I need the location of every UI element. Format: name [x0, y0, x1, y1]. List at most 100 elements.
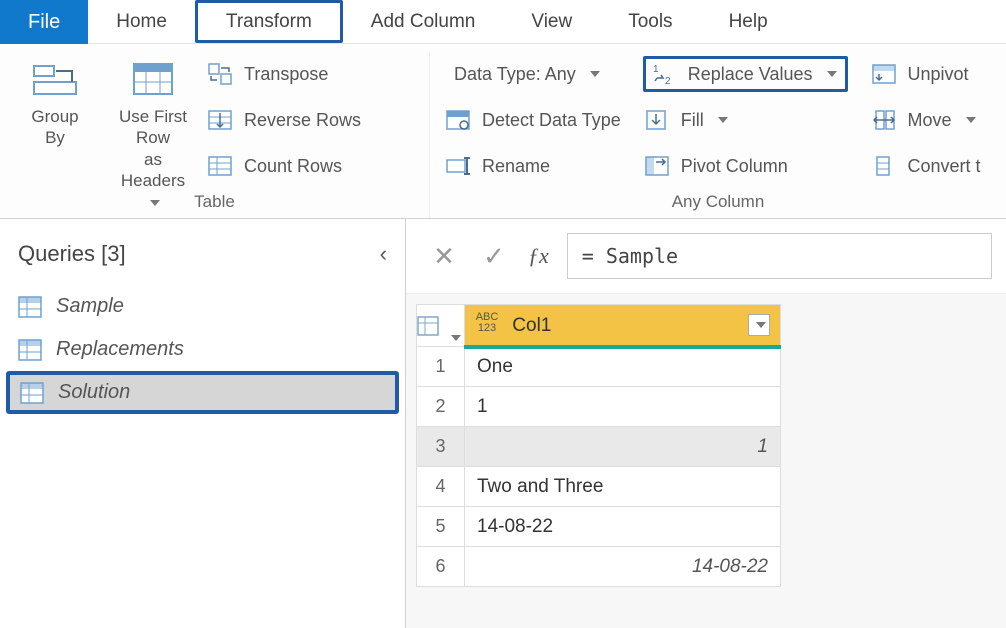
table-icon	[18, 339, 42, 361]
group-by-button[interactable]: GroupBy	[8, 56, 102, 212]
table-corner[interactable]	[417, 305, 465, 347]
table-row[interactable]: 4Two and Three	[417, 467, 781, 507]
cell-value[interactable]: 14-08-22	[465, 507, 781, 547]
small-buttons-left: Data Type: Any Detect Data Type Rename	[438, 56, 621, 184]
reverse-rows-icon-button[interactable]: Reverse Rows	[206, 102, 361, 138]
small-buttons: Transpose Reverse Rows Count Rows	[200, 56, 361, 212]
cell-value[interactable]: 1	[465, 427, 781, 467]
replace-values-icon: 12	[651, 62, 677, 86]
tab-add-column[interactable]: Add Column	[343, 0, 504, 43]
data-type-any-icon: ABC123	[475, 312, 499, 334]
move-icon-button[interactable]: Move	[870, 102, 981, 138]
tab-view[interactable]: View	[503, 0, 600, 43]
big-buttons: GroupByUse First Rowas Headers	[8, 56, 200, 212]
rename-icon	[445, 154, 471, 178]
cell-value[interactable]: One	[465, 347, 781, 387]
button-label: Reverse Rows	[244, 110, 361, 131]
query-item-replacements[interactable]: Replacements	[0, 328, 405, 371]
pivot-icon-button[interactable]: Pivot Column	[643, 148, 848, 184]
cell-value[interactable]: 1	[465, 387, 781, 427]
button-label: Count Rows	[244, 156, 342, 177]
ribbon-group-table: GroupByUse First Rowas Headers Transpose…	[0, 52, 430, 218]
button-label: Data Type: Any	[454, 64, 576, 85]
transpose-icon-button[interactable]: Transpose	[206, 56, 361, 92]
convert-icon-button[interactable]: Convert t	[870, 148, 981, 184]
cancel-icon[interactable]: ✕	[428, 241, 460, 272]
column-name: Col1	[512, 315, 551, 336]
small-buttons-right: Unpivot Move Convert t	[864, 56, 981, 184]
table-row[interactable]: 21	[417, 387, 781, 427]
unpivot-icon-button[interactable]: Unpivot	[870, 56, 981, 92]
row-number[interactable]: 3	[417, 427, 465, 467]
queries-panel: Queries [3] ‹ Sample Replacements Solution	[0, 219, 406, 628]
collapse-queries-icon[interactable]: ‹	[380, 241, 387, 267]
group-title-any-column: Any Column	[430, 192, 1006, 212]
table-icon	[18, 296, 42, 318]
table-row[interactable]: 514-08-22	[417, 507, 781, 547]
svg-text:2: 2	[665, 76, 671, 86]
first-row-headers-button[interactable]: Use First Rowas Headers	[106, 56, 200, 212]
button-label: Convert t	[908, 156, 981, 177]
unpivot-icon	[871, 62, 897, 86]
column-filter-dropdown[interactable]	[748, 314, 770, 336]
query-item-sample[interactable]: Sample	[0, 285, 405, 328]
query-name: Solution	[58, 381, 130, 404]
tab-home[interactable]: Home	[88, 0, 195, 43]
cell-value[interactable]: 14-08-22	[465, 547, 781, 587]
tab-file[interactable]: File	[0, 0, 88, 44]
detect-type-icon	[445, 108, 471, 132]
table-icon	[18, 339, 42, 361]
query-name: Replacements	[56, 338, 184, 361]
count-rows-icon-button[interactable]: Count Rows	[206, 148, 361, 184]
group-title-table: Table	[0, 192, 429, 212]
ribbon-group-any-column: Data Type: Any Detect Data Type Rename 12…	[430, 52, 1006, 218]
query-item-solution[interactable]: Solution	[6, 371, 399, 414]
svg-text:1: 1	[653, 64, 659, 75]
button-label: Rename	[482, 156, 550, 177]
data-type-any-button[interactable]: Data Type: Any	[444, 56, 621, 92]
tab-tools[interactable]: Tools	[600, 0, 700, 43]
row-number[interactable]: 1	[417, 347, 465, 387]
tab-transform[interactable]: Transform	[195, 0, 343, 43]
confirm-icon[interactable]: ✓	[478, 241, 510, 272]
fill-icon-button[interactable]: Fill	[643, 102, 848, 138]
table-row[interactable]: 614-08-22	[417, 547, 781, 587]
reverse-rows-icon	[207, 108, 233, 132]
pivot-icon	[644, 154, 670, 178]
table-row[interactable]: 31	[417, 427, 781, 467]
button-label: Transpose	[244, 64, 328, 85]
main-content: ✕ ✓ ƒx = Sample ABC123	[406, 219, 1006, 628]
fill-icon	[644, 108, 670, 132]
queries-title: Queries [3]	[18, 241, 126, 267]
button-label: Detect Data Type	[482, 110, 621, 131]
formula-input[interactable]: = Sample	[567, 233, 992, 279]
table-icon	[20, 382, 44, 404]
button-label: Fill	[681, 110, 704, 131]
table-icon	[18, 296, 42, 318]
ribbon: GroupByUse First Rowas Headers Transpose…	[0, 44, 1006, 219]
small-buttons-mid: 12Replace Values Fill Pivot Column	[637, 56, 848, 184]
group-by-icon	[32, 62, 78, 98]
detect-type-icon-button[interactable]: Detect Data Type	[444, 102, 621, 138]
count-rows-icon	[207, 154, 233, 178]
replace-values-icon-button[interactable]: 12Replace Values	[643, 56, 848, 92]
query-name: Sample	[56, 295, 124, 318]
row-number[interactable]: 4	[417, 467, 465, 507]
move-icon	[871, 108, 897, 132]
first-row-headers-icon	[130, 62, 176, 98]
fx-label: ƒx	[528, 243, 549, 269]
button-label: Unpivot	[908, 64, 969, 85]
tab-help[interactable]: Help	[701, 0, 796, 43]
table-row[interactable]: 1One	[417, 347, 781, 387]
row-number[interactable]: 6	[417, 547, 465, 587]
column-header-col1[interactable]: ABC123 Col1	[465, 305, 781, 347]
transpose-icon	[207, 62, 233, 86]
table-icon	[20, 382, 44, 404]
row-number[interactable]: 5	[417, 507, 465, 547]
data-grid: ABC123 Col1 1One21314Two and Three514-08…	[406, 294, 1006, 587]
row-number[interactable]: 2	[417, 387, 465, 427]
formula-bar: ✕ ✓ ƒx = Sample	[406, 219, 1006, 294]
button-label: Pivot Column	[681, 156, 788, 177]
rename-icon-button[interactable]: Rename	[444, 148, 621, 184]
cell-value[interactable]: Two and Three	[465, 467, 781, 507]
